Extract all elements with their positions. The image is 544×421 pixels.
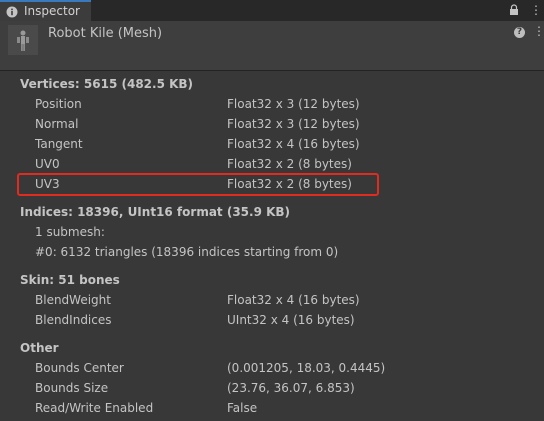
help-icon[interactable]: ?: [514, 27, 525, 38]
blendweight-value: Float32 x 4 (16 bytes): [227, 293, 360, 307]
tab-inspector[interactable]: Inspector: [0, 0, 91, 21]
position-value: Float32 x 3 (12 bytes): [227, 97, 360, 111]
tab-bar: Inspector ⋮: [0, 0, 544, 21]
normal-label: Normal: [35, 117, 79, 131]
submesh-detail: #0: 6132 triangles (18396 indices starti…: [35, 245, 339, 259]
normal-value: Float32 x 3 (12 bytes): [227, 117, 360, 131]
tangent-label: Tangent: [35, 137, 83, 151]
section-vertices-title: Vertices: 5615 (482.5 KB): [20, 77, 194, 91]
submesh-count: 1 submesh:: [35, 225, 105, 239]
mesh-preview-icon: [8, 25, 38, 55]
read-write-label: Read/Write Enabled: [35, 401, 154, 415]
tangent-value: Float32 x 4 (16 bytes): [227, 137, 360, 151]
blendindices-value: UInt32 x 4 (16 bytes): [227, 313, 355, 327]
uv0-value: Float32 x 2 (8 bytes): [227, 157, 352, 171]
section-indices-title: Indices: 18396, UInt16 format (35.9 KB): [20, 205, 291, 219]
bounds-center-label: Bounds Center: [35, 361, 124, 375]
uv3-highlight-box: [17, 173, 379, 196]
object-title: Robot Kile (Mesh): [48, 26, 163, 41]
read-write-value: False: [227, 401, 258, 415]
lock-icon[interactable]: [509, 4, 519, 16]
blendindices-label: BlendIndices: [35, 313, 112, 327]
bounds-size-value: (23.76, 36.07, 6.853): [227, 381, 355, 395]
info-icon: [6, 6, 18, 18]
tab-label: Inspector: [24, 4, 80, 18]
bounds-size-label: Bounds Size: [35, 381, 109, 395]
more-options-icon[interactable]: ⋮: [530, 3, 542, 17]
uv0-label: UV0: [35, 157, 60, 171]
bounds-center-value: (0.001205, 18.03, 0.4445): [227, 361, 386, 375]
section-skin-title: Skin: 51 bones: [20, 273, 120, 287]
position-label: Position: [35, 97, 82, 111]
inspector-header: Robot Kile (Mesh) ? ⋮: [0, 21, 544, 71]
blendweight-label: BlendWeight: [35, 293, 111, 307]
section-other-title: Other: [20, 341, 59, 355]
header-more-icon[interactable]: ⋮: [533, 25, 544, 37]
